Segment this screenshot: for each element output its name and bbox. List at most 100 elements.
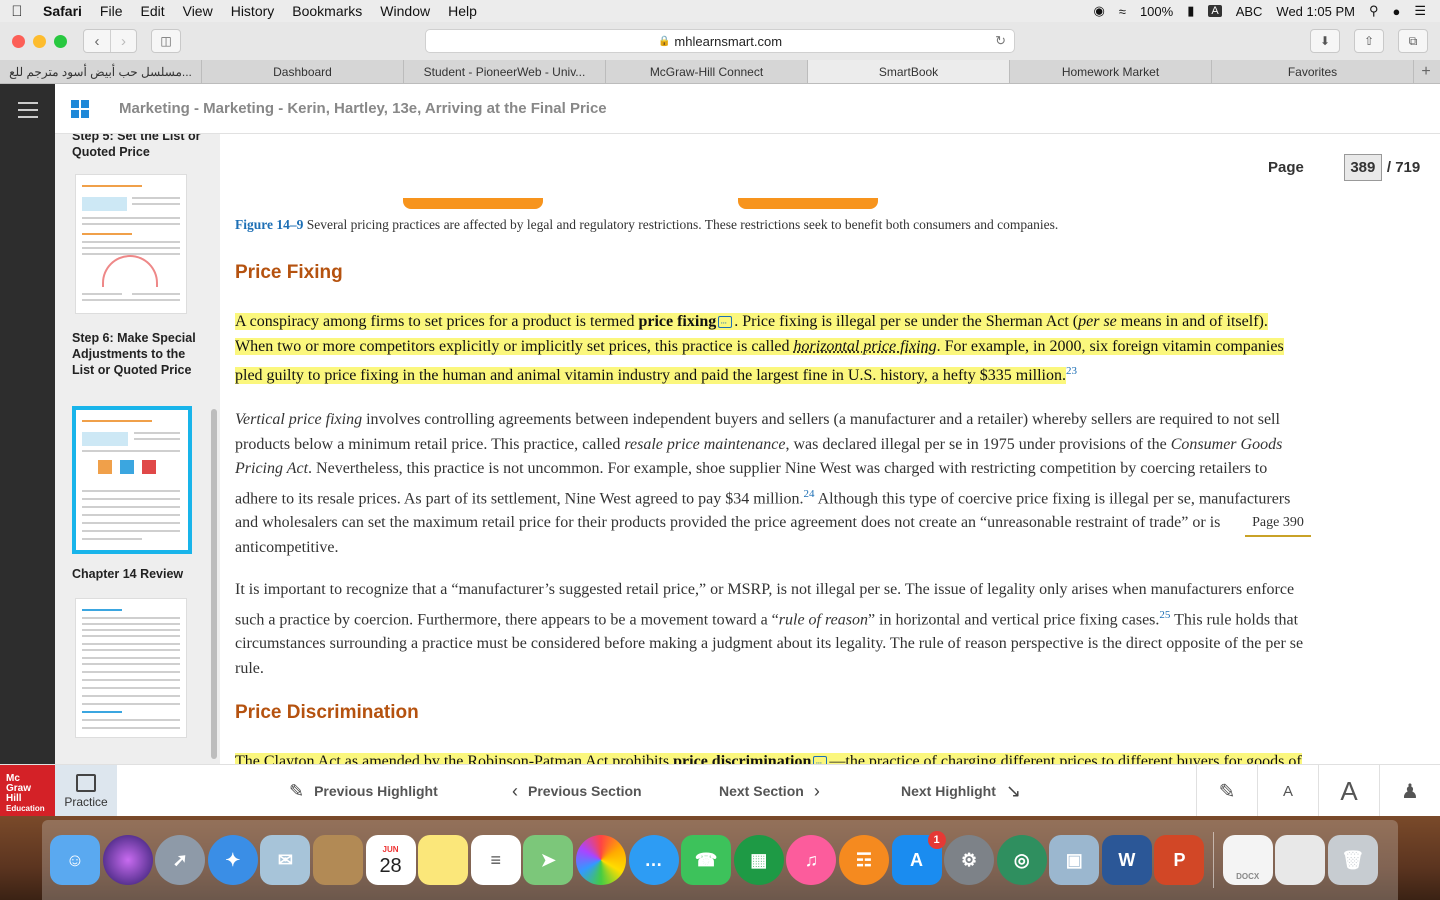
- new-tab-icon[interactable]: +: [1414, 60, 1438, 83]
- system-preferences-icon[interactable]: ⚙: [944, 835, 995, 885]
- tab-favorites[interactable]: Favorites: [1212, 60, 1414, 83]
- minimize-window-button[interactable]: [33, 34, 46, 48]
- finder-icon[interactable]: ☺: [50, 835, 100, 885]
- preview-icon[interactable]: ▣: [1049, 835, 1100, 885]
- notes-icon[interactable]: [418, 835, 469, 885]
- display-icon[interactable]: ◉: [1093, 3, 1104, 19]
- next-highlight-label: Next Highlight: [901, 783, 996, 799]
- itunes-icon[interactable]: ♫: [786, 835, 837, 885]
- tab-mcgraw-hill-connect[interactable]: McGraw-Hill Connect: [606, 60, 808, 83]
- footnote-ref[interactable]: 25: [1159, 609, 1170, 621]
- reload-icon[interactable]: ↻: [995, 33, 1006, 49]
- hamburger-menu-icon[interactable]: [18, 102, 38, 123]
- key-term-price-fixing[interactable]: price fixing: [638, 313, 716, 330]
- docx-file-icon[interactable]: DOCX: [1222, 835, 1273, 885]
- launchpad-icon[interactable]: ➚: [155, 835, 206, 885]
- input-source-icon[interactable]: A: [1208, 5, 1222, 17]
- window-controls: [12, 34, 67, 48]
- menu-window[interactable]: Window: [371, 3, 439, 19]
- font-size-large-button[interactable]: A: [1318, 765, 1379, 817]
- thumbnail-step-5[interactable]: [75, 174, 187, 314]
- downloads-icon[interactable]: ⬇: [1310, 29, 1340, 53]
- page-number-input[interactable]: 389: [1343, 154, 1382, 181]
- tab-smartbook[interactable]: SmartBook: [808, 60, 1010, 83]
- siri-icon[interactable]: [102, 835, 153, 885]
- facetime-icon[interactable]: ☎: [681, 835, 732, 885]
- calendar-icon[interactable]: JUN 28: [365, 835, 416, 885]
- practice-button[interactable]: Practice: [55, 765, 117, 817]
- paragraph-vertical-price-fixing: Vertical price fixing involves controlli…: [235, 408, 1305, 560]
- clock[interactable]: Wed 1:05 PM: [1276, 4, 1355, 19]
- battery-percent[interactable]: 100%: [1140, 4, 1173, 19]
- network-icon[interactable]: ◎: [996, 835, 1047, 885]
- address-bar[interactable]: 🔒 mhlearnsmart.com ↻: [425, 29, 1015, 53]
- heading-price-fixing: Price Fixing: [235, 262, 343, 283]
- back-button[interactable]: ‹: [84, 30, 110, 52]
- menu-help[interactable]: Help: [439, 3, 486, 19]
- share-icon[interactable]: ⇧: [1354, 29, 1384, 53]
- text-span: —the practice of charging different pric…: [829, 753, 1302, 764]
- tabs-overview-icon[interactable]: ⧉: [1398, 29, 1428, 53]
- apps-grid-icon[interactable]: [71, 99, 89, 118]
- apple-icon[interactable]: : [0, 3, 34, 20]
- key-term-price-discrimination[interactable]: price discrimination: [673, 753, 811, 764]
- keynote-icon[interactable]: ▦: [733, 835, 784, 885]
- tab-homework-market[interactable]: Homework Market: [1010, 60, 1212, 83]
- sidebar-item-step-5[interactable]: Step 5: Set the List or Quoted Price: [72, 134, 202, 160]
- zoom-window-button[interactable]: [54, 34, 67, 48]
- menu-app-name[interactable]: Safari: [34, 3, 91, 19]
- hide-highlights-icon[interactable]: ✎: [1196, 765, 1257, 817]
- maps-icon[interactable]: ➤: [523, 835, 574, 885]
- footnote-ref[interactable]: 23: [1066, 365, 1077, 377]
- tab-pioneerweb[interactable]: Student - PioneerWeb - Univ...: [404, 60, 606, 83]
- word-icon[interactable]: W: [1101, 835, 1152, 885]
- figure-label[interactable]: Figure 14–9: [235, 217, 303, 232]
- sidebar-item-chapter-review[interactable]: Chapter 14 Review: [72, 566, 202, 582]
- trash-icon[interactable]: 🗑: [1327, 835, 1378, 885]
- font-size-small-button[interactable]: A: [1257, 765, 1318, 817]
- previous-highlight-label: Previous Highlight: [314, 783, 438, 799]
- footnote-ref[interactable]: 24: [804, 488, 815, 500]
- siri-menu-icon[interactable]: ●: [1392, 4, 1400, 19]
- menu-file[interactable]: File: [91, 3, 132, 19]
- tab-bar: مسلسل حب أبيض أسود مترجم للع... Dashboar…: [0, 60, 1440, 84]
- tab-dashboard[interactable]: Dashboard: [202, 60, 404, 83]
- note-icon[interactable]: [718, 311, 733, 336]
- powerpoint-icon[interactable]: P: [1154, 835, 1205, 885]
- sidebar-scrollbar[interactable]: [211, 409, 217, 759]
- forward-button[interactable]: ›: [110, 30, 136, 52]
- tab-arabic-series[interactable]: مسلسل حب أبيض أسود مترجم للع...: [0, 60, 202, 83]
- mail-icon[interactable]: ✉: [260, 835, 311, 885]
- accessibility-icon[interactable]: ♟: [1379, 765, 1440, 817]
- notes-book-icon[interactable]: [312, 835, 363, 885]
- menu-edit[interactable]: Edit: [131, 3, 173, 19]
- photos-icon[interactable]: [575, 835, 626, 885]
- wifi-icon[interactable]: ≈: [1119, 4, 1126, 19]
- notification-center-icon[interactable]: ☰: [1414, 3, 1426, 19]
- next-highlight-button[interactable]: Next Highlight ↘: [901, 765, 1021, 817]
- note-icon[interactable]: [813, 751, 828, 764]
- thumbnail-chapter-review[interactable]: [75, 598, 187, 738]
- input-source-label[interactable]: ABC: [1236, 4, 1263, 19]
- reminders-icon[interactable]: ≡: [470, 835, 521, 885]
- app-store-icon[interactable]: A1: [891, 831, 946, 885]
- battery-icon[interactable]: ▮: [1187, 3, 1194, 19]
- document-icon[interactable]: [1275, 835, 1326, 885]
- sidebar-item-step-6[interactable]: Step 6: Make Special Adjustments to the …: [72, 330, 202, 378]
- close-window-button[interactable]: [12, 34, 25, 48]
- books-icon[interactable]: ☶: [838, 835, 889, 885]
- messages-icon[interactable]: …: [628, 835, 679, 885]
- sidebar-toggle-icon[interactable]: ◫: [151, 29, 181, 53]
- menu-bookmarks[interactable]: Bookmarks: [283, 3, 371, 19]
- previous-highlight-button[interactable]: ✎ Previous Highlight: [289, 765, 438, 817]
- previous-section-button[interactable]: ‹ Previous Section: [512, 765, 642, 817]
- spotlight-icon[interactable]: ⚲: [1369, 3, 1379, 19]
- menu-history[interactable]: History: [222, 3, 284, 19]
- paragraph-msrp: It is important to recognize that a “man…: [235, 578, 1305, 681]
- history-nav: ‹ ›: [83, 29, 137, 53]
- thumbnail-step-6-selected[interactable]: [72, 406, 192, 554]
- safari-icon[interactable]: ✦: [207, 835, 258, 885]
- term-horizontal-price-fixing[interactable]: horizontal price fixing: [794, 338, 937, 355]
- menu-view[interactable]: View: [174, 3, 222, 19]
- next-section-button[interactable]: Next Section ›: [719, 765, 820, 817]
